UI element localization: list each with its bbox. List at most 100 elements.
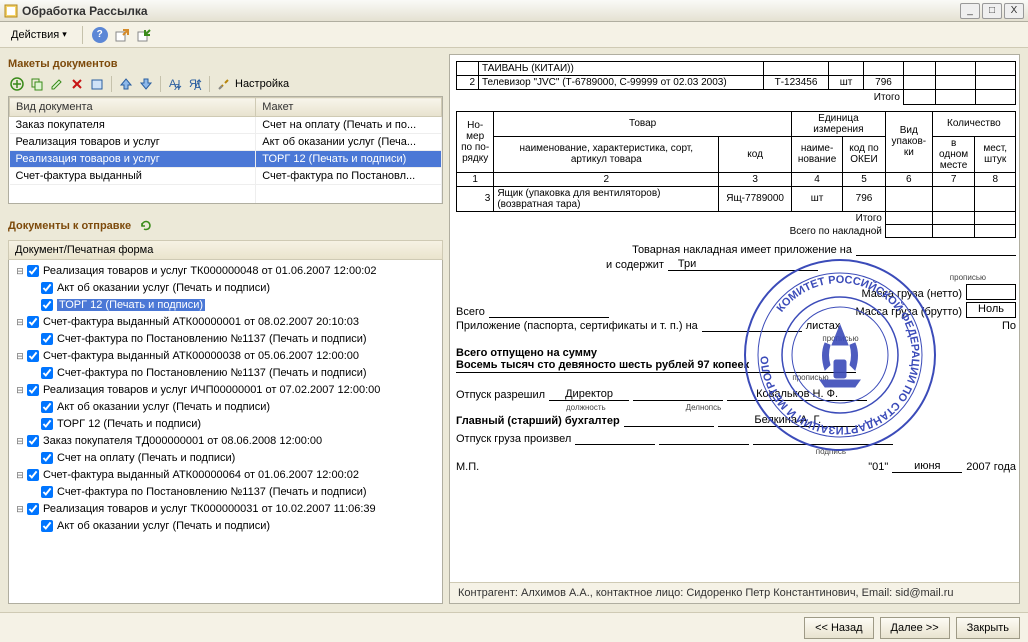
- close-nav-button[interactable]: Закрыть: [956, 617, 1020, 639]
- settings-icon[interactable]: [216, 76, 232, 92]
- tree-row[interactable]: ⊟Счет-фактура выданный АТК00000038 от 05…: [9, 348, 442, 365]
- actions-menu[interactable]: Действия ▾: [6, 25, 74, 45]
- row2-okei: 796: [864, 76, 904, 90]
- tree-label: Акт об оказании услуг (Печать и подписи): [57, 282, 270, 294]
- templates-toolbar: Aя ЯA Настройка: [8, 76, 443, 96]
- app-icon: [4, 4, 18, 18]
- h-mest: мест, штук: [975, 136, 1016, 172]
- sort-asc-icon[interactable]: Aя: [167, 76, 183, 92]
- close-button[interactable]: X: [1004, 3, 1024, 19]
- tree-toggle[interactable]: ⊟: [13, 385, 27, 396]
- edit-icon[interactable]: [49, 76, 65, 92]
- propis-3: прописью: [606, 373, 1015, 382]
- tree-row[interactable]: ⊟Реализация товаров и услуг ТК000000031 …: [9, 501, 442, 518]
- tree-row[interactable]: ⊟Счет-фактура выданный АТК00000001 от 08…: [9, 314, 442, 331]
- tree-row[interactable]: ТОРГ 12 (Печать и подписи): [9, 297, 442, 314]
- tree-row[interactable]: ⊟Реализация товаров и услуг ИЧП00000001 …: [9, 382, 442, 399]
- tree-check[interactable]: [41, 367, 53, 379]
- tree-toggle[interactable]: ⊟: [13, 317, 27, 328]
- tree-row[interactable]: ТОРГ 12 (Печать и подписи): [9, 416, 442, 433]
- tree-row[interactable]: Счет-фактура по Постановлению №1137 (Печ…: [9, 484, 442, 501]
- tree-check[interactable]: [41, 486, 53, 498]
- propis-2: прописью: [666, 334, 1015, 343]
- delete-icon[interactable]: [69, 76, 85, 92]
- tree-row[interactable]: ⊟Счет-фактура выданный АТК00000064 от 01…: [9, 467, 442, 484]
- refresh-icon[interactable]: [89, 76, 105, 92]
- settings-label[interactable]: Настройка: [235, 78, 289, 90]
- back-button[interactable]: << Назад: [804, 617, 873, 639]
- tree-check[interactable]: [27, 384, 39, 396]
- tree-toggle[interactable]: ⊟: [13, 436, 27, 447]
- maximize-button[interactable]: □: [982, 3, 1002, 19]
- move-down-icon[interactable]: [138, 76, 154, 92]
- date-m: июня: [892, 460, 962, 473]
- tree-label: Счет-фактура по Постановлению №1137 (Печ…: [57, 333, 367, 345]
- nakl-line: Товарная накладная имеет приложение на: [632, 244, 852, 256]
- grid-row[interactable]: Реализация товаров и услугАкт об оказани…: [10, 134, 442, 151]
- tree-check[interactable]: [41, 299, 53, 311]
- d1b: Делнопсь: [686, 403, 722, 412]
- tree-label: Акт об оказании услуг (Печать и подписи): [57, 401, 270, 413]
- grid-row[interactable]: Реализация товаров и услугТОРГ 12 (Печат…: [10, 151, 442, 168]
- grid-row[interactable]: Заказ покупателяСчет на оплату (Печать и…: [10, 117, 442, 134]
- reload-docs-icon[interactable]: [138, 218, 154, 234]
- next-button[interactable]: Далее >>: [880, 617, 950, 639]
- tree-check[interactable]: [27, 469, 39, 481]
- tree-row[interactable]: Счет на оплату (Печать и подписи): [9, 450, 442, 467]
- tree-check[interactable]: [27, 435, 39, 447]
- h-unit: Единица измерения: [791, 111, 885, 136]
- tree-check[interactable]: [27, 316, 39, 328]
- tree-check[interactable]: [41, 452, 53, 464]
- chevron-down-icon: ▾: [62, 29, 67, 40]
- docs-tree[interactable]: ⊟ Реализация товаров и услуг ТК000000048 …: [8, 260, 443, 605]
- col-template[interactable]: Макет: [256, 98, 442, 117]
- tree-toggle[interactable]: ⊟: [13, 266, 27, 277]
- tree-row[interactable]: Акт об оказании услуг (Печать и подписи): [9, 280, 442, 297]
- nol: Ноль: [966, 302, 1016, 318]
- copy-icon[interactable]: [29, 76, 45, 92]
- actions-label: Действия: [11, 29, 59, 41]
- tree-row[interactable]: ⊟ Реализация товаров и услуг ТК000000048 …: [9, 263, 442, 280]
- templates-grid[interactable]: Вид документа Макет Заказ покупателяСчет…: [8, 96, 443, 204]
- docs-title-row: Документы к отправке: [8, 214, 443, 240]
- tree-check[interactable]: [41, 418, 53, 430]
- import-icon[interactable]: [136, 27, 152, 43]
- docs-header[interactable]: Документ/Печатная форма: [8, 240, 443, 260]
- tree-check[interactable]: [27, 265, 39, 277]
- tree-check[interactable]: [41, 520, 53, 532]
- next-label: Далее >>: [891, 622, 939, 634]
- soderjit-val: Три: [668, 258, 818, 271]
- tree-check[interactable]: [27, 350, 39, 362]
- tree-row[interactable]: ⊟Заказ покупателя ТД000000001 от 08.06.2…: [9, 433, 442, 450]
- add-icon[interactable]: [9, 76, 25, 92]
- tree-check[interactable]: [41, 401, 53, 413]
- vsego-lbl: Всего: [456, 306, 485, 318]
- tree-check[interactable]: [41, 333, 53, 345]
- export-icon[interactable]: [114, 27, 130, 43]
- tree-row[interactable]: Счет-фактура по Постановлению №1137 (Печ…: [9, 331, 442, 348]
- preview-footer: Контрагент: Алхимов А.А., контактное лиц…: [450, 582, 1019, 603]
- print-preview[interactable]: ТАИВАНЬ (КИТАИ)) 2 Телевизор "JVC" (Т-67…: [450, 55, 1019, 582]
- h-naim2: наиме- нование: [791, 136, 842, 172]
- minimize-button[interactable]: _: [960, 3, 980, 19]
- grid-row[interactable]: Счет-фактура выданныйСчет-фактура по Пос…: [10, 168, 442, 185]
- h-naim: наименование, характеристика, сорт, арти…: [494, 136, 719, 172]
- tree-row[interactable]: Акт об оказании услуг (Печать и подписи): [9, 518, 442, 535]
- glavbuh: Главный (старший) бухгалтер: [456, 415, 620, 427]
- help-icon[interactable]: ?: [92, 27, 108, 43]
- tree-label: Реализация товаров и услуг ТК000000048 о…: [43, 265, 376, 277]
- h-okei: код по ОКЕИ: [843, 136, 886, 172]
- tree-row[interactable]: Акт об оказании услуг (Печать и подписи): [9, 399, 442, 416]
- h-nomer: Но- мер по по- рядку: [457, 111, 494, 172]
- vsego-nakl: Всего по накладной: [457, 225, 886, 238]
- col-doc-type[interactable]: Вид документа: [10, 98, 256, 117]
- tree-check[interactable]: [27, 503, 39, 515]
- tree-toggle[interactable]: ⊟: [13, 504, 27, 515]
- tree-row[interactable]: Счет-фактура по Постановлению №1137 (Печ…: [9, 365, 442, 382]
- tree-toggle[interactable]: ⊟: [13, 351, 27, 362]
- close-label: Закрыть: [967, 622, 1009, 634]
- move-up-icon[interactable]: [118, 76, 134, 92]
- sort-desc-icon[interactable]: ЯA: [187, 76, 203, 92]
- tree-toggle[interactable]: ⊟: [13, 470, 27, 481]
- tree-check[interactable]: [41, 282, 53, 294]
